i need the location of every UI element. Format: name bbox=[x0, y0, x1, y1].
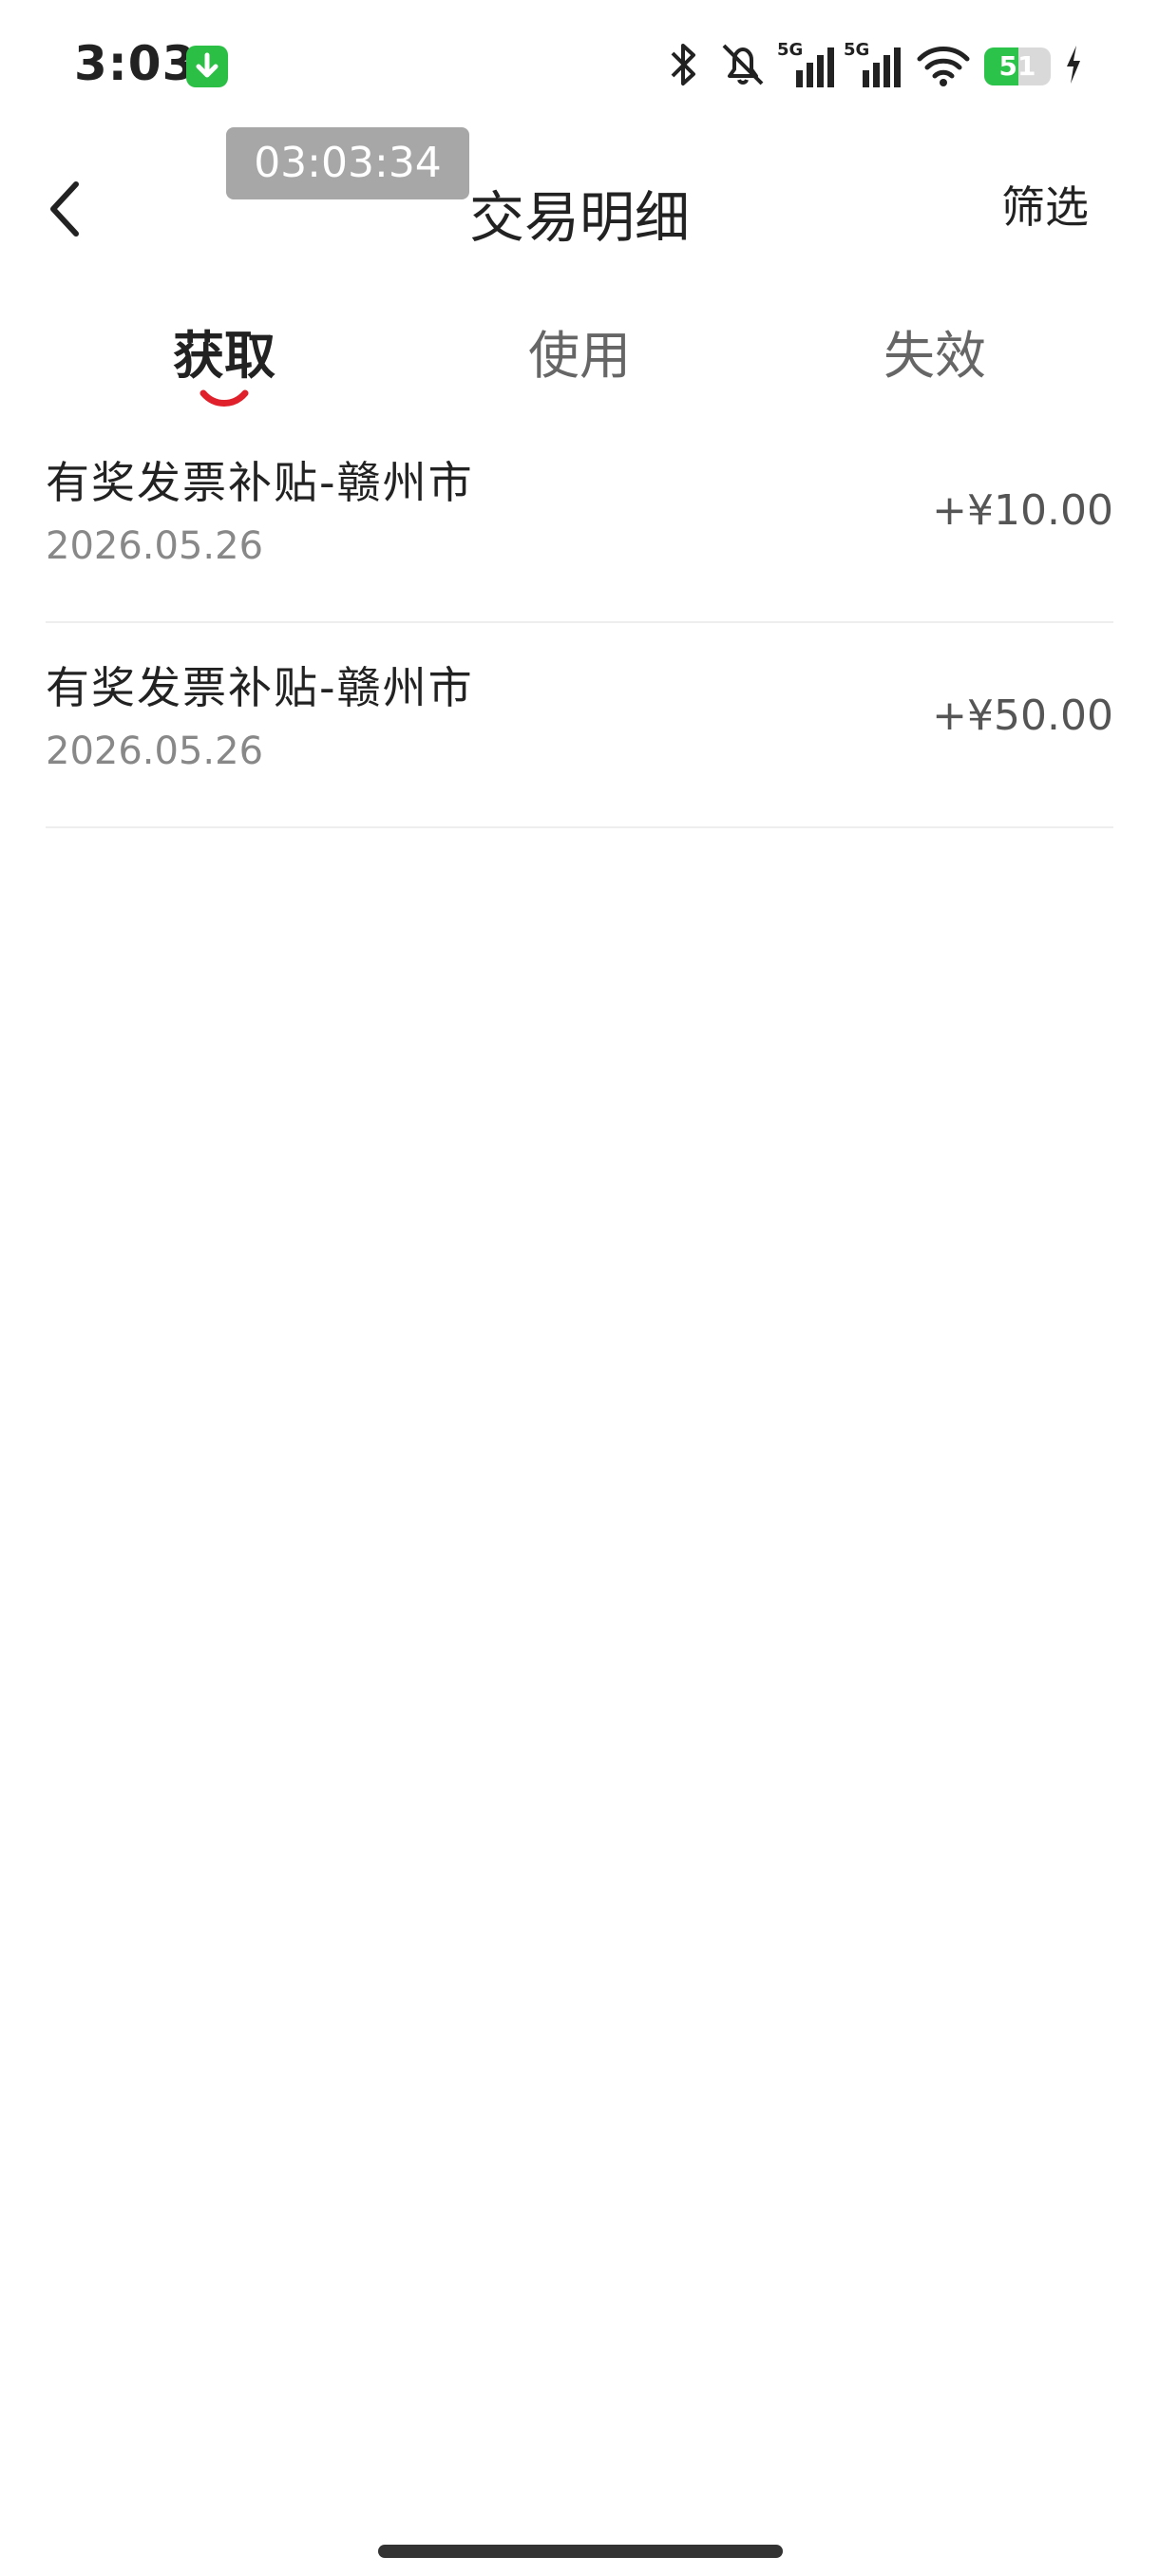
transaction-amount: +¥10.00 bbox=[932, 486, 1113, 535]
download-icon bbox=[186, 46, 228, 87]
transaction-date: 2026.05.26 bbox=[46, 524, 264, 568]
transaction-date: 2026.05.26 bbox=[46, 729, 264, 773]
transaction-list: 有奖发票补贴-赣州市 2026.05.26 +¥10.00 有奖发票补贴-赣州市… bbox=[46, 418, 1113, 828]
signal-icon: 5G bbox=[777, 40, 836, 89]
status-time: 3:03 bbox=[74, 36, 197, 91]
home-indicator[interactable] bbox=[378, 2545, 783, 2558]
wifi-icon bbox=[916, 42, 971, 91]
transaction-row[interactable]: 有奖发票补贴-赣州市 2026.05.26 +¥10.00 bbox=[46, 418, 1113, 623]
transaction-title: 有奖发票补贴-赣州市 bbox=[46, 662, 474, 713]
transaction-title: 有奖发票补贴-赣州市 bbox=[46, 457, 474, 508]
tab-acquire[interactable]: 获取 bbox=[129, 313, 319, 388]
charging-icon bbox=[1064, 44, 1083, 89]
tab-bar: 获取 使用 失效 bbox=[0, 313, 1159, 418]
page-title: 交易明细 bbox=[468, 185, 690, 250]
mute-icon bbox=[716, 40, 770, 93]
filter-button[interactable]: 筛选 bbox=[1001, 173, 1089, 236]
tab-expired[interactable]: 失效 bbox=[840, 313, 1030, 388]
status-icons: 5G 5G 51 bbox=[665, 38, 1083, 95]
network-label: 5G bbox=[777, 40, 804, 60]
active-tab-indicator bbox=[200, 389, 249, 407]
transaction-row[interactable]: 有奖发票补贴-赣州市 2026.05.26 +¥50.00 bbox=[46, 623, 1113, 828]
tab-use[interactable]: 使用 bbox=[484, 313, 674, 388]
battery-level: 51 bbox=[998, 50, 1036, 82]
network-label: 5G bbox=[844, 40, 870, 60]
signal-icon: 5G bbox=[844, 40, 902, 89]
transaction-amount: +¥50.00 bbox=[932, 691, 1113, 740]
bluetooth-icon bbox=[665, 40, 703, 93]
status-bar: 3:03 5G 5G 51 bbox=[0, 0, 1159, 133]
battery-icon: 51 bbox=[984, 47, 1051, 85]
